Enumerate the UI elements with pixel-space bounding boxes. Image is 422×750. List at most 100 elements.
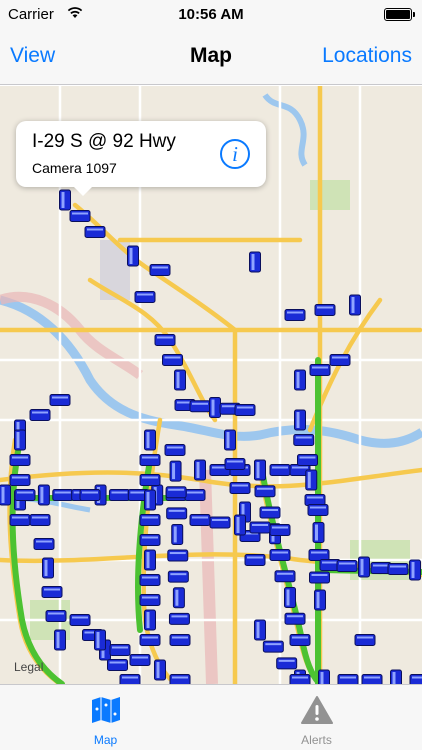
camera-marker-icon[interactable] — [172, 587, 185, 609]
camera-marker-icon[interactable] — [45, 610, 67, 622]
camera-marker-icon[interactable] — [144, 429, 156, 451]
camera-marker-icon[interactable] — [189, 514, 211, 526]
camera-marker-icon[interactable] — [189, 400, 211, 413]
camera-marker-icon[interactable] — [409, 674, 422, 685]
camera-marker-icon[interactable] — [314, 304, 336, 316]
camera-marker-icon[interactable] — [69, 614, 91, 626]
camera-marker-icon[interactable] — [284, 612, 306, 625]
camera-marker-icon[interactable] — [358, 556, 370, 578]
camera-marker-icon[interactable] — [144, 609, 156, 631]
camera-callout[interactable]: I-29 S @ 92 Hwy Camera 1097 i — [16, 121, 266, 196]
camera-marker-icon[interactable] — [293, 434, 315, 446]
camera-marker-icon[interactable] — [167, 570, 189, 583]
camera-marker-icon[interactable] — [308, 549, 330, 561]
camera-marker-icon[interactable] — [224, 429, 236, 451]
camera-marker-icon[interactable] — [164, 444, 186, 456]
camera-marker-icon[interactable] — [184, 489, 206, 501]
camera-marker-icon[interactable] — [254, 459, 266, 481]
camera-marker-icon[interactable] — [54, 629, 66, 651]
camera-marker-icon[interactable] — [276, 657, 298, 670]
camera-marker-icon[interactable] — [37, 484, 50, 506]
camera-marker-icon[interactable] — [249, 521, 271, 534]
camera-marker-icon[interactable] — [59, 189, 71, 211]
camera-marker-icon[interactable] — [318, 669, 330, 684]
camera-marker-icon[interactable] — [139, 514, 161, 526]
camera-marker-icon[interactable] — [29, 514, 51, 526]
camera-marker-icon[interactable] — [254, 619, 266, 641]
camera-marker-icon[interactable] — [94, 629, 106, 651]
camera-marker-icon[interactable] — [234, 404, 256, 416]
camera-marker-icon[interactable] — [294, 409, 306, 431]
camera-marker-icon[interactable] — [284, 309, 306, 321]
camera-marker-icon[interactable] — [167, 549, 189, 562]
camera-marker-icon[interactable] — [262, 640, 284, 653]
camera-marker-icon[interactable] — [149, 264, 171, 276]
camera-marker-icon[interactable] — [174, 369, 186, 391]
camera-marker-icon[interactable] — [169, 460, 182, 482]
camera-marker-icon[interactable] — [254, 485, 276, 498]
camera-marker-icon[interactable] — [9, 454, 31, 466]
camera-marker-icon[interactable] — [0, 484, 11, 506]
locations-button[interactable]: Locations — [322, 44, 412, 68]
camera-marker-icon[interactable] — [307, 504, 329, 516]
camera-marker-icon[interactable] — [42, 557, 54, 579]
camera-marker-icon[interactable] — [329, 354, 351, 366]
tab-map[interactable]: Map — [0, 685, 211, 750]
camera-marker-icon[interactable] — [349, 294, 361, 316]
camera-marker-icon[interactable] — [165, 486, 187, 499]
camera-marker-icon[interactable] — [269, 524, 291, 536]
camera-marker-icon[interactable] — [119, 674, 141, 685]
camera-marker-icon[interactable] — [169, 634, 191, 646]
camera-marker-icon[interactable] — [314, 589, 326, 611]
camera-marker-icon[interactable] — [14, 489, 36, 501]
camera-marker-icon[interactable] — [139, 534, 161, 546]
camera-marker-icon[interactable] — [154, 334, 176, 346]
camera-marker-icon[interactable] — [41, 586, 63, 598]
view-button[interactable]: View — [10, 44, 55, 68]
camera-marker-icon[interactable] — [139, 474, 161, 486]
camera-marker-icon[interactable] — [289, 674, 311, 685]
camera-marker-icon[interactable] — [309, 571, 330, 584]
camera-marker-icon[interactable] — [139, 594, 161, 606]
camera-marker-icon[interactable] — [144, 489, 156, 511]
camera-marker-icon[interactable] — [229, 482, 251, 494]
camera-marker-icon[interactable] — [139, 634, 161, 646]
camera-marker-icon[interactable] — [234, 514, 246, 536]
camera-marker-icon[interactable] — [309, 364, 331, 376]
camera-marker-icon[interactable] — [127, 245, 139, 267]
legal-link[interactable]: Legal — [14, 660, 43, 674]
camera-marker-icon[interactable] — [224, 458, 246, 470]
camera-marker-icon[interactable] — [144, 549, 156, 571]
camera-marker-icon[interactable] — [49, 394, 71, 406]
camera-marker-icon[interactable] — [387, 563, 409, 575]
camera-marker-icon[interactable] — [29, 409, 51, 421]
camera-marker-icon[interactable] — [107, 659, 128, 671]
camera-marker-icon[interactable] — [169, 674, 191, 685]
camera-marker-icon[interactable] — [269, 549, 291, 561]
info-icon[interactable]: i — [220, 139, 250, 169]
camera-marker-icon[interactable] — [289, 634, 311, 646]
camera-marker-icon[interactable] — [284, 587, 296, 608]
camera-marker-icon[interactable] — [194, 459, 206, 481]
camera-marker-icon[interactable] — [171, 523, 184, 545]
camera-marker-icon[interactable] — [390, 669, 402, 684]
camera-marker-icon[interactable] — [139, 574, 161, 586]
camera-marker-icon[interactable] — [274, 570, 296, 583]
camera-marker-icon[interactable] — [354, 634, 376, 646]
camera-marker-icon[interactable] — [109, 644, 131, 656]
tab-alerts[interactable]: Alerts — [211, 685, 422, 750]
camera-marker-icon[interactable] — [168, 612, 190, 625]
camera-marker-icon[interactable] — [69, 210, 91, 222]
camera-marker-icon[interactable] — [259, 506, 281, 519]
camera-marker-icon[interactable] — [305, 469, 318, 491]
camera-marker-icon[interactable] — [337, 674, 359, 685]
camera-marker-icon[interactable] — [52, 489, 74, 501]
camera-marker-icon[interactable] — [304, 494, 326, 506]
camera-marker-icon[interactable] — [108, 489, 130, 501]
camera-marker-icon[interactable] — [9, 474, 31, 486]
camera-marker-icon[interactable] — [166, 507, 188, 520]
camera-marker-icon[interactable] — [409, 559, 421, 581]
camera-marker-icon[interactable] — [336, 560, 358, 572]
camera-marker-icon[interactable] — [162, 354, 183, 366]
camera-marker-icon[interactable] — [14, 429, 26, 451]
